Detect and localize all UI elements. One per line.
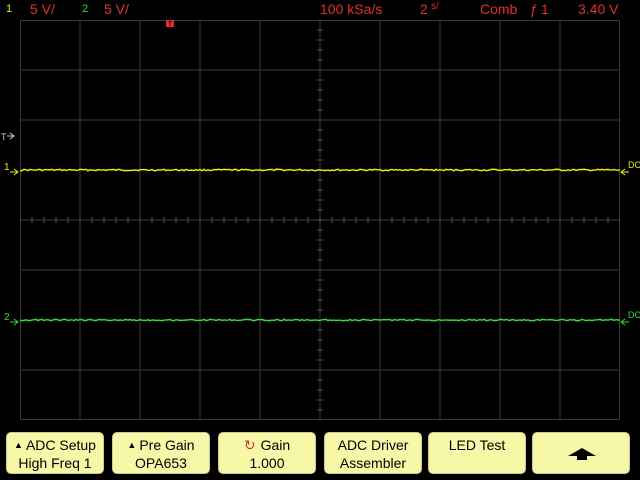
softkey-label: Pre Gain [139,437,195,453]
back-softkey[interactable] [532,432,630,474]
softkey-value: 1.000 [249,455,285,471]
display-markers: T T 1 2 DC DC [1,20,640,326]
channel-1-coupling-label: DC [620,160,640,176]
svg-text:T: T [168,21,173,28]
svg-text:2: 2 [4,312,10,323]
svg-text:1: 1 [4,162,10,173]
softkey-label: LED Test [448,437,506,453]
adc-driver-softkey[interactable]: ADC Driver Assembler [324,432,422,474]
up-arrow-icon [568,448,596,460]
svg-text:T: T [1,132,7,142]
softkey-value: Assembler [339,455,407,471]
softkey-value: High Freq 1 [18,455,92,471]
led-test-softkey[interactable]: LED Test [428,432,526,474]
softkey-bar: ▲ ADC Setup High Freq 1 ▲ Pre Gain OPA653 … [0,430,640,480]
trigger-level-marker[interactable]: T [1,132,15,142]
softkey-value: OPA653 [135,455,187,471]
triangle-up-icon: ▲ [127,440,137,450]
rotary-knob-icon: ↻ [243,437,256,453]
trigger-position-marker[interactable]: T [166,20,174,28]
channel-2-coupling-label: DC [620,310,640,326]
channel-2-ground-marker[interactable]: 2 [4,312,19,326]
adc-setup-softkey[interactable]: ▲ ADC Setup High Freq 1 [6,432,104,474]
channel-1-ground-marker[interactable]: 1 [4,162,19,176]
triangle-up-icon: ▲ [14,440,23,450]
softkey-label: ADC Driver [337,437,409,453]
pre-gain-softkey[interactable]: ▲ Pre Gain OPA653 [112,432,210,474]
softkey-label: Gain [260,437,291,453]
gain-softkey[interactable]: ↻ Gain 1.000 [218,432,316,474]
softkey-label: ADC Setup [25,437,96,453]
svg-text:DC: DC [628,310,640,320]
svg-text:DC: DC [628,160,640,170]
